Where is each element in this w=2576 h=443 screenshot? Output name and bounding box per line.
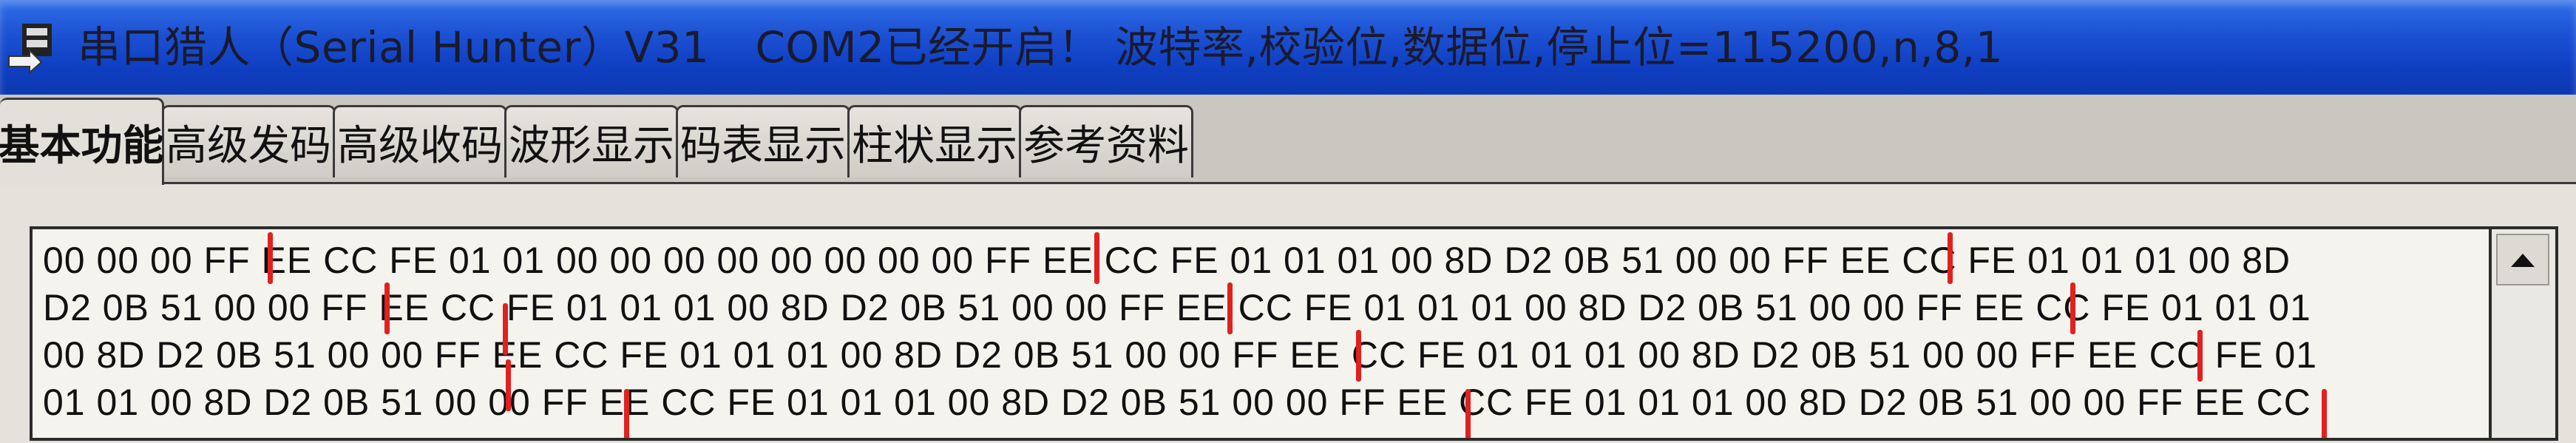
frame-marker (1356, 330, 1361, 382)
frame-marker (2197, 330, 2203, 382)
tab-label: 柱状显示 (852, 122, 1017, 170)
receive-line: 00 00 00 FF EE CC FE 01 01 00 00 00 00 0… (43, 240, 2291, 281)
tab-bar: 基本功能 高级发码 高级收码 波形显示 码表显示 柱状显示 参考资料 (0, 95, 2576, 185)
tab-label: 参考资料 (1023, 122, 1189, 170)
receive-line: D2 0B 51 00 00 FF EE CC FE 01 01 01 00 8… (43, 287, 2311, 328)
frame-marker (268, 232, 273, 284)
frame-marker (624, 389, 629, 438)
tab-waveform[interactable]: 波形显示 (504, 105, 679, 177)
frame-marker (2322, 389, 2327, 438)
frame-marker (1227, 283, 1233, 334)
tab-advanced-send[interactable]: 高级发码 (161, 105, 336, 177)
tab-bar-chart[interactable]: 柱状显示 (847, 105, 1022, 177)
frame-marker (1948, 232, 1953, 284)
tab-reference[interactable]: 参考资料 (1019, 105, 1193, 177)
tab-label: 高级收码 (337, 122, 503, 170)
frame-marker (503, 303, 508, 355)
tab-code-table[interactable]: 码表显示 (676, 105, 850, 177)
window-title: 串口猎人（Serial Hunter）V31 COM2已经开启！ 波特率,校验位,… (78, 10, 2003, 84)
title-bar[interactable]: 串口猎人（Serial Hunter）V31 COM2已经开启！ 波特率,校验位,… (0, 0, 2576, 95)
tab-label: 波形显示 (509, 122, 674, 170)
receive-line: 00 8D D2 0B 51 00 00 FF EE CC FE 01 01 0… (43, 334, 2318, 376)
arrow-up-icon (2511, 254, 2535, 267)
connection-status: COM2已经开启！ 波特率,校验位,数据位,停止位=115200,n,8,1 (755, 22, 2004, 72)
tab-basic[interactable]: 基本功能 (0, 98, 164, 185)
frame-marker (384, 283, 390, 334)
tab-label: 基本功能 (0, 122, 164, 170)
scroll-up-button[interactable] (2496, 234, 2549, 285)
app-title: 串口猎人（Serial Hunter）V31 (78, 22, 710, 72)
frame-marker (1094, 232, 1099, 284)
vertical-scrollbar[interactable] (2492, 226, 2558, 441)
tab-advanced-receive[interactable]: 高级收码 (333, 105, 507, 177)
tab-label: 高级发码 (166, 122, 331, 170)
frame-marker (1465, 389, 1471, 438)
serial-port-icon (8, 24, 52, 74)
tab-label: 码表显示 (680, 122, 846, 170)
receive-line: 01 01 00 8D D2 0B 51 00 00 FF EE CC FE 0… (43, 382, 2311, 423)
receive-textarea[interactable]: 00 00 00 FF EE CC FE 01 01 00 00 00 00 0… (30, 226, 2492, 441)
frame-marker (506, 359, 511, 411)
frame-marker (2070, 283, 2075, 334)
